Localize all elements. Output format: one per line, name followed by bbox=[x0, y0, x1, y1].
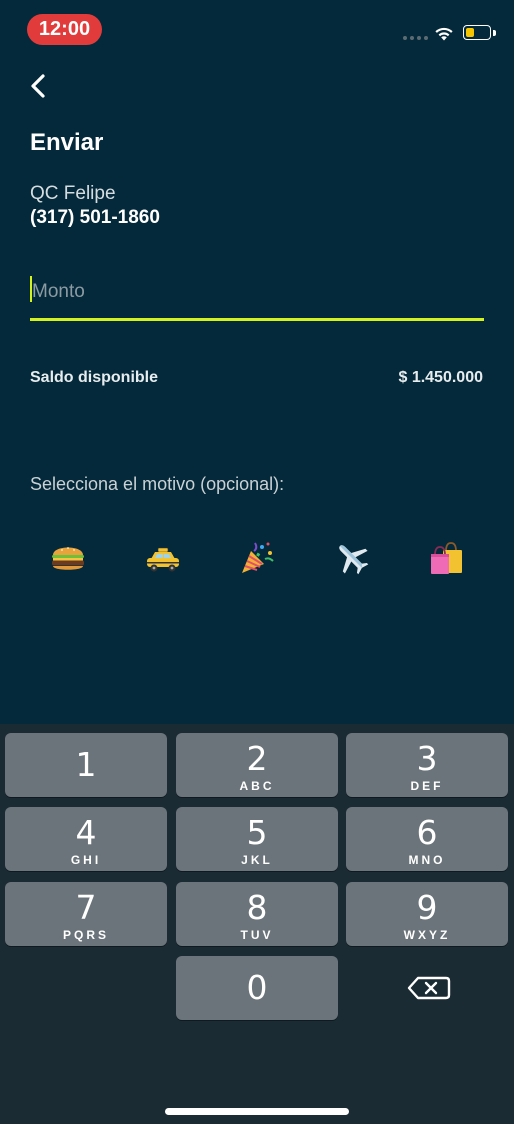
balance-value: $ 1.450.000 bbox=[398, 369, 483, 386]
key-6[interactable]: 6 MNO bbox=[346, 807, 508, 871]
key-digit: 5 bbox=[246, 813, 268, 852]
motive-travel[interactable] bbox=[332, 530, 372, 586]
key-letters: ABC bbox=[239, 779, 275, 793]
motive-transport[interactable] bbox=[143, 530, 183, 586]
key-letters: GHI bbox=[70, 853, 102, 867]
hamburger-icon bbox=[52, 547, 84, 570]
amount-field[interactable] bbox=[30, 272, 484, 322]
motive-food[interactable] bbox=[48, 530, 88, 586]
key-letters: MNO bbox=[408, 853, 446, 867]
numeric-keypad: 1 2 ABC 3 DEF 4 GHI 5 JKL 6 MNO 7 PQRS 8… bbox=[0, 724, 514, 1124]
key-letters: JKL bbox=[241, 853, 273, 867]
key-digit: 6 bbox=[416, 813, 438, 852]
key-digit: 3 bbox=[416, 739, 438, 778]
chevron-left-icon[interactable] bbox=[26, 72, 52, 100]
key-letters: PQRS bbox=[62, 928, 109, 942]
airplane-icon bbox=[338, 545, 368, 575]
wifi-icon bbox=[435, 27, 453, 41]
battery-icon bbox=[463, 25, 491, 40]
status-time: 12:00 bbox=[27, 14, 102, 45]
key-digit: 0 bbox=[246, 968, 268, 1007]
key-letters: WXYZ bbox=[403, 928, 451, 942]
key-7[interactable]: 7 PQRS bbox=[5, 882, 167, 946]
key-letters: TUV bbox=[240, 928, 274, 942]
shopping-bags-icon bbox=[431, 542, 462, 574]
key-letters: DEF bbox=[410, 779, 444, 793]
key-3[interactable]: 3 DEF bbox=[346, 733, 508, 797]
page-title: Enviar bbox=[30, 129, 104, 156]
cellular-signal-icon bbox=[403, 36, 428, 40]
key-digit: 2 bbox=[246, 739, 268, 778]
key-digit: 9 bbox=[416, 888, 438, 927]
key-5[interactable]: 5 JKL bbox=[176, 807, 338, 871]
motive-shopping[interactable] bbox=[426, 530, 466, 586]
key-8[interactable]: 8 TUV bbox=[176, 882, 338, 946]
motive-label: Selecciona el motivo (opcional): bbox=[30, 474, 285, 494]
motive-party[interactable] bbox=[237, 530, 277, 586]
key-9[interactable]: 9 WXYZ bbox=[346, 882, 508, 946]
contact-name: QC Felipe bbox=[30, 183, 116, 204]
battery-tip bbox=[493, 30, 496, 36]
key-digit: 4 bbox=[75, 813, 97, 852]
key-1[interactable]: 1 bbox=[5, 733, 167, 797]
key-digit: 7 bbox=[75, 888, 97, 927]
backspace-icon[interactable] bbox=[398, 972, 462, 1004]
taxi-icon bbox=[146, 547, 179, 572]
balance-label: Saldo disponible bbox=[30, 369, 159, 386]
key-4[interactable]: 4 GHI bbox=[5, 807, 167, 871]
party-popper-icon bbox=[242, 542, 274, 573]
amount-underline bbox=[30, 318, 484, 321]
home-indicator[interactable] bbox=[165, 1108, 349, 1115]
key-0[interactable]: 0 bbox=[176, 956, 338, 1020]
key-digit: 1 bbox=[75, 745, 97, 784]
key-2[interactable]: 2 ABC bbox=[176, 733, 338, 797]
key-digit: 8 bbox=[246, 888, 268, 927]
motive-options bbox=[30, 530, 484, 586]
contact-phone: (317) 501-1860 bbox=[30, 207, 160, 228]
amount-input[interactable] bbox=[30, 272, 484, 312]
